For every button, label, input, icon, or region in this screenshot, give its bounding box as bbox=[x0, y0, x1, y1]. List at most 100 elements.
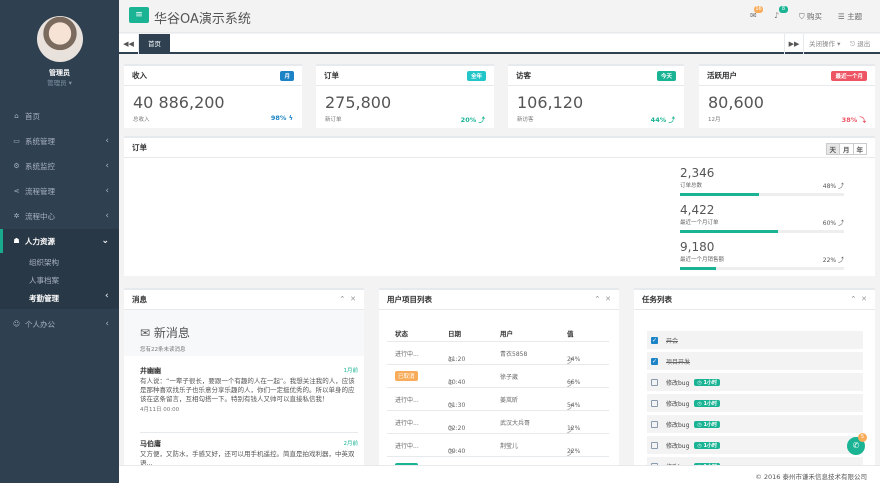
range-month-button[interactable]: 月 bbox=[839, 143, 854, 155]
range-day-button[interactable]: 天 bbox=[825, 143, 840, 155]
sidebar-item-hr[interactable]: ☗ 人力资源 ⌄ bbox=[0, 229, 119, 253]
theme-icon: ☰ bbox=[838, 12, 848, 21]
range-year-button[interactable]: 年 bbox=[852, 143, 867, 155]
envelope-icon: ✉ bbox=[140, 326, 154, 340]
message-date: 4月11日 00:00 bbox=[140, 407, 180, 413]
stat-pct: 44% ⤴ bbox=[650, 116, 675, 124]
kpi-progress-fill bbox=[680, 193, 759, 196]
table-row[interactable]: 进行中... ◷ 11:20 青衣5858 ⤴ 24% bbox=[387, 341, 609, 365]
task-checkbox[interactable] bbox=[651, 441, 658, 449]
home-icon: ⌂ bbox=[14, 112, 19, 120]
close-icon[interactable]: ✕ bbox=[605, 295, 611, 303]
collapse-icon[interactable]: ⌃ bbox=[850, 295, 856, 303]
message-item[interactable]: 井幽幽 1月前 有人说：“一辈子很长，要跟一个有趣的人在一起”。我想关注我的人，… bbox=[140, 366, 358, 413]
panel-title-text: 用户项目列表 bbox=[387, 295, 432, 304]
message-time: 1月前 bbox=[343, 368, 359, 374]
task-item[interactable]: 修改bug◷ 1小时 bbox=[647, 436, 863, 454]
tasks-panel: 任务列表 ⌃ ✕ ✓ 开会 ✓ 项目开发 修改bug ◷ 1小时 修改bug ◷ 1小时 修改b… bbox=[634, 288, 875, 465]
logout-label: 退出 bbox=[857, 40, 871, 48]
task-item[interactable]: 修改bug◷ 1小时 bbox=[647, 394, 863, 412]
gear-icon: ✲ bbox=[13, 212, 20, 220]
theme-link[interactable]: ☰ 主题 bbox=[838, 11, 862, 22]
stat-value: 40 886,200 bbox=[133, 93, 225, 112]
logout-button[interactable]: ⎋ 退出 bbox=[850, 34, 870, 54]
footer: © 2016 泰州市谦禾信息技术有限公司 bbox=[119, 465, 880, 483]
close-icon[interactable]: ✕ bbox=[861, 295, 867, 303]
stat-title: 收入 月 bbox=[124, 66, 302, 86]
task-checkbox[interactable]: ✓ bbox=[651, 336, 658, 344]
table-row[interactable]: 进行中... ◷ 02:20 武汉大兵哥 ⤴ 12% bbox=[387, 410, 609, 434]
message-item[interactable]: 马伯庸 2月前 又方便，又防水，手感又好，还可以用手机遥控。简直是拍戏利器，中英… bbox=[140, 439, 358, 465]
sidebar-item-label: 流程管理 bbox=[25, 186, 55, 196]
project-status: 已取消 bbox=[395, 371, 418, 381]
sidebar-item-workflow-center[interactable]: ✲ 流程中心 ‹ bbox=[0, 204, 119, 228]
sidebar-item-workflow-admin[interactable]: ⋖ 流程管理 ‹ bbox=[0, 179, 119, 203]
submenu-item-attendance[interactable]: 考勤管理 bbox=[29, 293, 59, 304]
task-checkbox[interactable] bbox=[651, 420, 658, 428]
col-header-user[interactable]: 用户 bbox=[500, 328, 513, 338]
stat-card-orders: 订单 全年 275,800 新订单 20% ⤴ bbox=[316, 64, 494, 128]
unread-count: 您有22条未读消息 bbox=[140, 347, 186, 353]
task-time-text: 1小时 bbox=[703, 421, 718, 428]
sidebar-item-personal-office[interactable]: ☺ 个人办公 ‹ bbox=[0, 312, 119, 336]
cogs-icon: ⚙ bbox=[13, 162, 20, 170]
chevron-left-icon: ‹ bbox=[105, 161, 109, 171]
task-label: 开会 bbox=[666, 337, 679, 345]
stat-value: 80,600 bbox=[708, 93, 764, 112]
tab-scroll-left-icon[interactable]: ◀◀ bbox=[119, 34, 139, 54]
menu-toggle-button[interactable]: ≡ bbox=[129, 7, 149, 23]
bell-badge: 8 bbox=[779, 6, 788, 13]
kpi-progress-fill bbox=[680, 230, 779, 233]
new-messages-text: 新消息 bbox=[153, 326, 190, 340]
stat-badge: 全年 bbox=[466, 71, 486, 81]
close-ops-dropdown[interactable]: 关闭操作 ▾ bbox=[809, 34, 840, 54]
project-status: 进行中... bbox=[395, 397, 419, 404]
project-user: 青衣5858 bbox=[500, 351, 528, 358]
tab-home[interactable]: 首页 bbox=[139, 34, 170, 54]
table-row[interactable]: 进行中... ◷ 01:30 姜岚昕 ⤴ 54% bbox=[387, 387, 609, 411]
tab-scroll-right-icon[interactable]: ▶▶ bbox=[784, 34, 804, 54]
submenu-item-personnel[interactable]: 人事档案 bbox=[29, 275, 59, 286]
sidebar-item-home[interactable]: ⌂ 首页 bbox=[0, 104, 119, 128]
chevron-left-icon: ‹ bbox=[105, 186, 109, 196]
messages-panel: 消息 ⌃ ✕ ✉ 新消息 您有22条未读消息 井幽幽 1月前 有人说：“一辈子很… bbox=[124, 288, 364, 465]
messages-title: 消息 ⌃ ✕ bbox=[124, 290, 364, 310]
sidebar-item-label: 个人办公 bbox=[25, 319, 55, 329]
submenu-item-org[interactable]: 组织架构 bbox=[29, 257, 59, 268]
sidebar-item-system-monitor[interactable]: ⚙ 系统监控 ‹ bbox=[0, 154, 119, 178]
table-row[interactable]: 进行中... ◷ 09:40 荆莹儿 ⤴ 22% bbox=[387, 433, 609, 457]
col-header-value[interactable]: 值 bbox=[567, 328, 574, 338]
task-checkbox[interactable] bbox=[651, 399, 658, 407]
task-item[interactable]: 修改bug◷ 1小时 bbox=[647, 457, 863, 465]
user-role-dropdown[interactable]: 管理员 ▾ bbox=[0, 77, 119, 87]
table-row[interactable]: 已取消 ◷ 10:40 徐子崴 ⤴ 66% bbox=[387, 364, 609, 388]
task-item[interactable]: ✓ 项目开发 bbox=[647, 352, 863, 370]
kpi-month-orders: 4,422 最近一个月订单 60% ⤴ bbox=[680, 203, 844, 233]
project-user: 武汉大兵哥 bbox=[500, 420, 531, 427]
task-item[interactable]: 修改bug◷ 1小时 bbox=[647, 373, 863, 391]
col-header-date[interactable]: 日期 bbox=[448, 328, 461, 338]
kpi-month-sales: 9,180 最近一个月销售额 22% ⤴ bbox=[680, 240, 844, 270]
buy-label: 购买 bbox=[807, 12, 823, 21]
collapse-icon[interactable]: ⌃ bbox=[594, 295, 600, 303]
kpi-progress-fill bbox=[680, 267, 717, 270]
project-status: 进行中... bbox=[395, 351, 419, 358]
avatar[interactable] bbox=[37, 16, 83, 62]
collapse-icon[interactable]: ⌃ bbox=[339, 295, 345, 303]
stat-title: 活跃用户 最近一个月 bbox=[699, 66, 875, 86]
col-header-status[interactable]: 状态 bbox=[395, 328, 408, 338]
kpi-pct: 60% ⤴ bbox=[822, 220, 844, 227]
close-icon[interactable]: ✕ bbox=[350, 295, 356, 303]
buy-link[interactable]: ⛉ 购买 bbox=[799, 11, 822, 22]
table-row[interactable]: 已完成◷ 04:10宋某某⤴66% bbox=[387, 456, 609, 465]
bell-icon[interactable]: ♪ bbox=[774, 11, 779, 20]
kpi-label: 最近一个月销售额 bbox=[680, 257, 725, 263]
new-messages-heading: ✉ 新消息 bbox=[140, 324, 190, 341]
task-item[interactable]: 修改bug◷ 1小时 bbox=[647, 415, 863, 433]
task-label: 修改bug bbox=[666, 379, 690, 387]
task-item[interactable]: ✓ 开会 bbox=[647, 331, 863, 349]
task-checkbox[interactable]: ✓ bbox=[651, 357, 658, 365]
task-checkbox[interactable] bbox=[651, 378, 658, 386]
stat-value: 275,800 bbox=[325, 93, 392, 112]
sidebar-item-system-admin[interactable]: ▭ 系统管理 ‹ bbox=[0, 129, 119, 153]
